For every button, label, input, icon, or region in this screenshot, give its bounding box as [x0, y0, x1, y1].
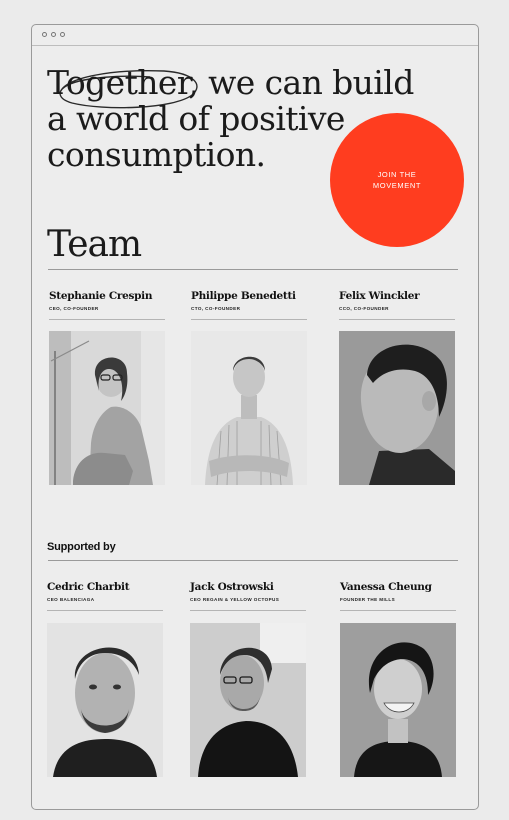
- member-name: Stephanie Crespin: [49, 290, 153, 302]
- member-name: Cedric Charbit: [47, 581, 130, 593]
- cta-label-line-1: JOIN THE: [377, 170, 417, 179]
- cta-label-line-2: MOVEMENT: [372, 181, 422, 190]
- member-name: Jack Ostrowski: [190, 581, 274, 593]
- member-underline: [340, 610, 456, 611]
- member-photo: [190, 623, 306, 777]
- member-photo: [47, 623, 163, 777]
- hero-word-together: Together,: [47, 63, 199, 102]
- team-divider: [48, 269, 458, 270]
- member-role: CEO, CO-FOUNDER: [49, 306, 99, 311]
- window-chrome: [32, 25, 478, 46]
- member-underline: [47, 610, 163, 611]
- hero-line-1-rest: we can build: [198, 63, 414, 102]
- member-name: Vanessa Cheung: [340, 581, 432, 593]
- supporter-card[interactable]: Cedric Charbit CEO BALENCIAGA: [47, 581, 163, 777]
- team-member-card[interactable]: Philippe Benedetti CTO, CO-FOUNDER: [191, 290, 307, 485]
- member-role: FOUNDER THE MILLS: [340, 597, 396, 602]
- window-maximize-dot[interactable]: [60, 32, 65, 37]
- member-underline: [49, 319, 165, 320]
- hero-line-1: Together, we can build: [47, 65, 447, 101]
- supporter-card[interactable]: Jack Ostrowski CEO REGAIN & YELLOW OCTOP…: [190, 581, 306, 777]
- member-photo: [340, 623, 456, 777]
- member-name: Philippe Benedetti: [191, 290, 296, 302]
- member-role: CEO BALENCIAGA: [47, 597, 95, 602]
- member-underline: [191, 319, 307, 320]
- window-close-dot[interactable]: [42, 32, 47, 37]
- member-photo: [191, 331, 307, 485]
- supported-by-heading: Supported by: [47, 541, 116, 553]
- member-underline: [190, 610, 306, 611]
- supporter-card[interactable]: Vanessa Cheung FOUNDER THE MILLS: [340, 581, 456, 777]
- member-photo: [49, 331, 165, 485]
- browser-window: Together, we can build a world of positi…: [31, 24, 479, 810]
- member-role: CCO, CO-FOUNDER: [339, 306, 389, 311]
- member-name: Felix Winckler: [339, 290, 420, 302]
- member-role: CTO, CO-FOUNDER: [191, 306, 241, 311]
- team-member-card[interactable]: Felix Winckler CCO, CO-FOUNDER: [339, 290, 455, 485]
- member-photo: [339, 331, 455, 485]
- join-movement-button[interactable]: JOIN THE MOVEMENT: [330, 113, 464, 247]
- member-underline: [339, 319, 455, 320]
- window-minimize-dot[interactable]: [51, 32, 56, 37]
- member-role: CEO REGAIN & YELLOW OCTOPUS: [190, 597, 280, 602]
- team-member-card[interactable]: Stephanie Crespin CEO, CO-FOUNDER: [49, 290, 165, 485]
- supported-divider: [48, 560, 458, 561]
- team-heading: Team: [47, 224, 142, 265]
